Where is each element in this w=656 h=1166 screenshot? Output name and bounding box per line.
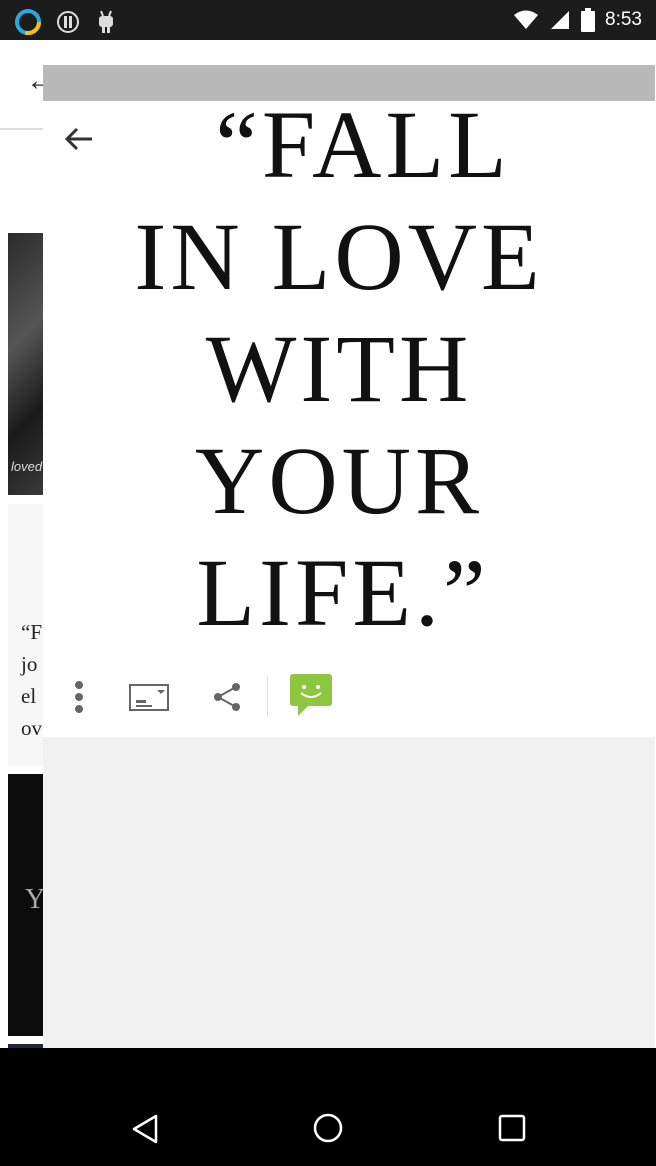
home-circle-icon[interactable] (310, 1110, 346, 1146)
battery-icon (581, 8, 596, 32)
quote-image: “FALL IN LOVE WITH YOUR LIFE.” (43, 101, 655, 657)
action-divider (267, 677, 268, 717)
share-icon[interactable] (207, 675, 247, 719)
list-item[interactable]: loved (8, 233, 43, 495)
wifi-icon (514, 10, 539, 29)
list-item[interactable]: “F jo el ov (8, 504, 43, 766)
message-icon[interactable] (287, 671, 335, 719)
thumb-text: Y (25, 884, 43, 915)
signal-icon (551, 11, 570, 29)
quote-line: IN LOVE (134, 203, 544, 310)
viewer-top-strip (43, 65, 655, 101)
image-viewer: “FALL IN LOVE WITH YOUR LIFE.” (43, 65, 655, 1048)
quote-line: LIFE.” (196, 539, 490, 646)
status-bar: 8:53 (0, 0, 656, 40)
navigation-bar (0, 1088, 656, 1166)
background-divider (0, 128, 43, 130)
bottom-black-strip (0, 1048, 656, 1088)
list-item[interactable]: Y (8, 774, 43, 1036)
quote-line: “FALL (215, 101, 511, 198)
android-icon (99, 10, 113, 33)
viewer-action-bar (43, 657, 655, 737)
thumb-caption: loved (11, 459, 43, 474)
ring-app-icon (15, 9, 41, 35)
status-time: 8:53 (605, 9, 642, 30)
quote-line: WITH (205, 315, 473, 422)
thumb-text: “F (21, 620, 42, 644)
quote-line: YOUR (194, 427, 483, 534)
more-vert-icon[interactable] (61, 675, 97, 719)
thumb-text: el (21, 684, 37, 708)
thumb-text: ov (21, 716, 42, 740)
back-triangle-icon[interactable] (128, 1112, 162, 1146)
recents-square-icon[interactable] (496, 1112, 528, 1144)
back-arrow-icon[interactable] (62, 122, 96, 156)
set-wallpaper-icon[interactable] (127, 675, 171, 719)
info-icon (57, 11, 79, 33)
thumb-text: jo (21, 652, 38, 676)
